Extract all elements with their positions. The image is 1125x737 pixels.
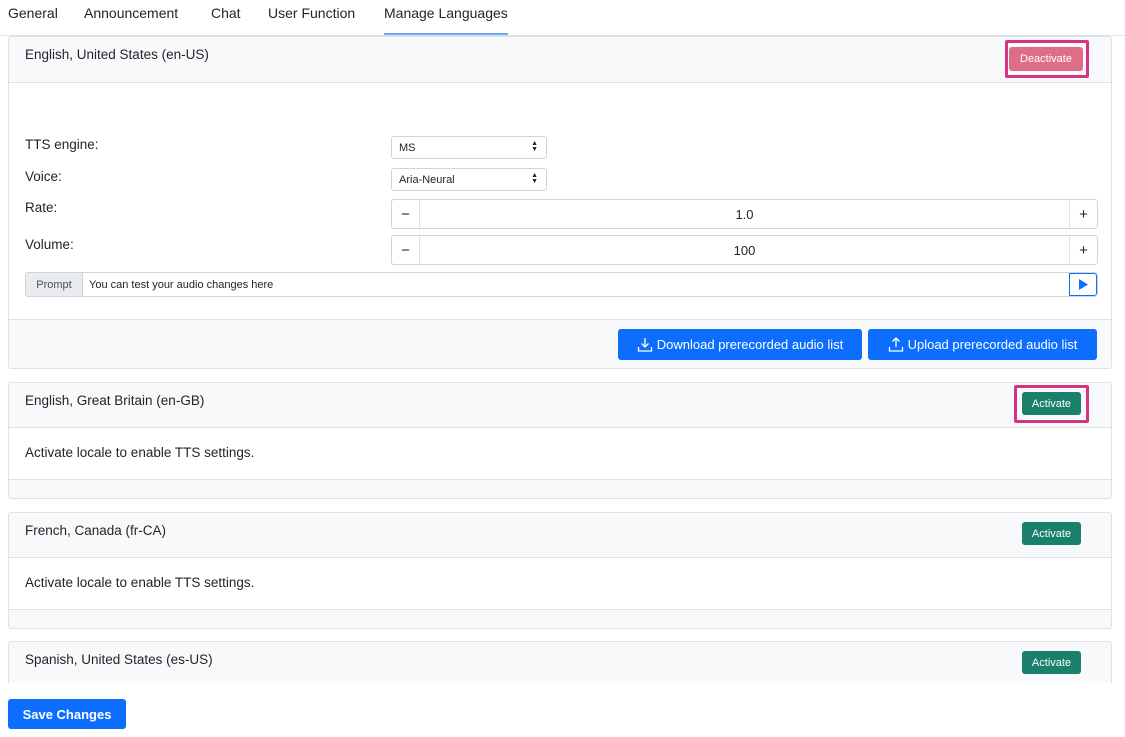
voice-select[interactable]: Aria-Neural ▲ ▼ (391, 168, 547, 191)
volume-input[interactable]: 100 (422, 236, 1067, 264)
tab-general[interactable]: General (8, 5, 58, 21)
prompt-label: Prompt (26, 273, 83, 296)
locale-card-header: English, Great Britain (en-GB) (9, 383, 1111, 428)
locale-title: English, Great Britain (en-GB) (25, 393, 205, 408)
locale-card-en-gb: English, Great Britain (en-GB) Activate … (8, 382, 1112, 499)
voice-value: Aria-Neural (399, 173, 455, 186)
settings-tabs: General Announcement Chat User Function … (0, 0, 1125, 36)
select-arrows-icon: ▲ ▼ (531, 140, 538, 153)
tts-engine-label: TTS engine: (25, 137, 99, 152)
locale-card-header: English, United States (en-US) (9, 37, 1111, 83)
download-icon (637, 337, 652, 352)
tab-user-function[interactable]: User Function (268, 5, 355, 21)
volume-increment-button[interactable]: + (1069, 236, 1097, 264)
prompt-input[interactable]: You can test your audio changes here (89, 273, 273, 296)
locale-title: French, Canada (fr-CA) (25, 523, 167, 538)
locale-title: Spanish, United States (es-US) (25, 652, 213, 667)
prompt-input-group: Prompt You can test your audio changes h… (25, 272, 1098, 297)
locale-card-en-us: English, United States (en-US) TTS engin… (8, 36, 1112, 369)
volume-stepper: − 100 + (391, 235, 1098, 265)
locale-card-header: Spanish, United States (es-US) (9, 642, 1111, 683)
activate-button-es-us[interactable]: Activate (1022, 651, 1081, 674)
play-button[interactable] (1069, 273, 1097, 296)
rate-increment-button[interactable]: + (1069, 200, 1097, 228)
activate-button-en-gb[interactable]: Activate (1022, 392, 1081, 415)
upload-label: Upload prerecorded audio list (907, 337, 1078, 352)
locale-card-footer (9, 609, 1111, 628)
activate-button-fr-ca[interactable]: Activate (1022, 522, 1081, 545)
tab-announcement[interactable]: Announcement (84, 5, 178, 21)
play-icon (1079, 279, 1088, 290)
save-changes-button[interactable]: Save Changes (8, 699, 126, 729)
locale-card-fr-ca: French, Canada (fr-CA) Activate locale t… (8, 512, 1112, 629)
rate-label: Rate: (25, 200, 58, 215)
rate-decrement-button[interactable]: − (392, 200, 420, 228)
upload-icon (888, 336, 903, 352)
activate-message: Activate locale to enable TTS settings. (25, 575, 255, 590)
locale-card-header: French, Canada (fr-CA) (9, 513, 1111, 558)
select-arrows-icon: ▲ ▼ (531, 172, 538, 185)
tts-engine-value: MS (399, 141, 416, 154)
download-label: Download prerecorded audio list (656, 337, 844, 352)
upload-audio-list-button[interactable]: Upload prerecorded audio list (868, 329, 1097, 360)
deactivate-button[interactable]: Deactivate (1009, 47, 1083, 71)
activate-message: Activate locale to enable TTS settings. (25, 445, 255, 460)
tab-manage-languages[interactable]: Manage Languages (384, 5, 508, 35)
locale-card-es-us: Spanish, United States (es-US) (8, 641, 1112, 683)
rate-stepper: − 1.0 + (391, 199, 1098, 229)
volume-decrement-button[interactable]: − (392, 236, 420, 264)
tts-engine-select[interactable]: MS ▲ ▼ (391, 136, 547, 159)
voice-label: Voice: (25, 169, 62, 184)
rate-input[interactable]: 1.0 (422, 200, 1067, 228)
locale-card-footer: Download prerecorded audio list Upload p… (9, 319, 1111, 368)
download-audio-list-button[interactable]: Download prerecorded audio list (618, 329, 862, 360)
locale-card-footer (9, 479, 1111, 498)
volume-label: Volume: (25, 237, 74, 252)
tab-chat[interactable]: Chat (211, 5, 241, 21)
locale-title: English, United States (en-US) (25, 47, 209, 62)
